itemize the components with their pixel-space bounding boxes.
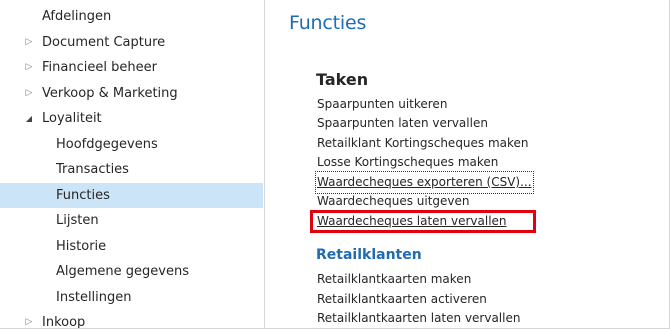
nav-item-lijsten[interactable]: Lijsten — [0, 208, 263, 233]
nav-item-label: Transacties — [56, 162, 129, 177]
nav-item-label: Inkoop — [42, 315, 86, 329]
nav-item-label: Document Capture — [42, 35, 166, 50]
nav-item-label: Historie — [56, 239, 107, 254]
action-spaarpunten-laten-vervallen[interactable]: Spaarpunten laten vervallen — [317, 114, 488, 133]
nav-item-label: Financieel beheer — [42, 60, 157, 75]
nav-item-label: Functies — [56, 188, 110, 203]
action-retailklantkaarten-maken[interactable]: Retailklantkaarten maken — [317, 270, 471, 289]
nav-item-label: Verkoop & Marketing — [42, 86, 178, 101]
action-waardecheques-exporteren[interactable]: Waardecheques exporteren (CSV)... — [315, 171, 534, 194]
nav-item-transacties[interactable]: Transacties — [0, 157, 263, 182]
action-losse-kortingscheques-maken[interactable]: Losse Kortingscheques maken — [317, 153, 498, 172]
nav-item-label: Loyaliteit — [42, 111, 102, 126]
nav-item-financieel-beheer[interactable]: ▷ Financieel beheer — [0, 55, 263, 80]
nav-item-verkoop-marketing[interactable]: ▷ Verkoop & Marketing — [0, 81, 263, 106]
action-spaarpunten-uitkeren[interactable]: Spaarpunten uitkeren — [317, 95, 447, 114]
nav-item-algemene-gegevens[interactable]: Algemene gegevens — [0, 259, 263, 284]
nav-item-inkoop[interactable]: ▷ Inkoop — [0, 310, 263, 329]
section-heading-retailklanten: Retailklanten — [316, 247, 422, 263]
nav-item-label: Algemene gegevens — [56, 264, 189, 279]
nav-item-label: Afdelingen — [42, 9, 112, 24]
nav-item-afdelingen[interactable]: Afdelingen — [0, 4, 263, 29]
chevron-right-icon[interactable]: ▷ — [24, 81, 34, 106]
app-window: Afdelingen ▷ Document Capture ▷ Financie… — [0, 0, 670, 329]
highlight-annotation — [310, 210, 536, 233]
section-heading-taken: Taken — [316, 70, 369, 89]
action-retailklant-kortingscheques-maken[interactable]: Retailklant Kortingscheques maken — [317, 134, 529, 153]
nav-item-loyaliteit[interactable]: ◢ Loyaliteit — [0, 106, 263, 131]
page-title: Functies — [289, 12, 367, 34]
navigation-pane: Afdelingen ▷ Document Capture ▷ Financie… — [0, 0, 265, 329]
chevron-right-icon[interactable]: ▷ — [24, 30, 34, 55]
nav-item-hoofdgegevens[interactable]: Hoofdgegevens — [0, 132, 263, 157]
nav-item-document-capture[interactable]: ▷ Document Capture — [0, 30, 263, 55]
nav-item-instellingen[interactable]: Instellingen — [0, 285, 263, 310]
nav-item-label: Hoofdgegevens — [56, 137, 158, 152]
content-pane: Functies Taken Spaarpunten uitkeren Spaa… — [265, 0, 669, 328]
chevron-right-icon[interactable]: ▷ — [24, 55, 34, 80]
chevron-right-icon[interactable]: ▷ — [24, 310, 34, 328]
nav-item-functies[interactable]: Functies — [0, 183, 263, 208]
nav-item-label: Lijsten — [56, 213, 99, 228]
action-retailklantkaarten-laten-vervallen[interactable]: Retailklantkaarten laten vervallen — [317, 309, 520, 328]
action-retailklantkaarten-activeren[interactable]: Retailklantkaarten activeren — [317, 290, 487, 309]
nav-item-label: Instellingen — [56, 290, 132, 305]
action-waardecheques-uitgeven[interactable]: Waardecheques uitgeven — [317, 192, 470, 211]
caret-down-icon[interactable]: ◢ — [24, 106, 34, 131]
nav-item-historie[interactable]: Historie — [0, 234, 263, 259]
